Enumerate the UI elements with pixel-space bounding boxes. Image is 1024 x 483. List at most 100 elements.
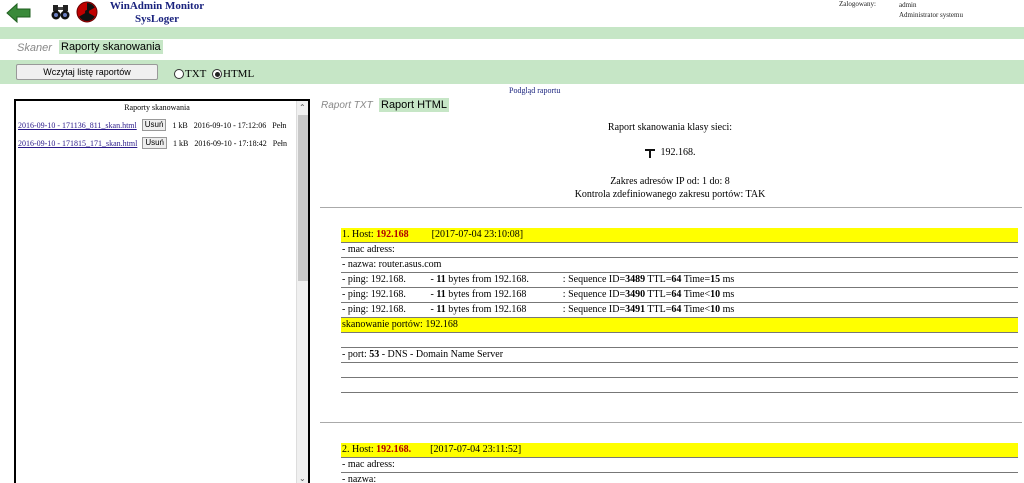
ttl-value: 64 — [671, 304, 682, 315]
radio-html[interactable]: HTML — [212, 68, 254, 80]
report-file-link[interactable]: 2016-09-10 - 171815_171_skan.html — [18, 139, 137, 148]
report-file-link[interactable]: 2016-09-10 - 171136_811_skan.html — [18, 121, 137, 130]
time-unit: ms — [722, 274, 735, 285]
ping-prefix: - ping: 192.168. — [342, 304, 406, 315]
ping-row: - ping: 192.168. - 11 bytes from 192.168… — [341, 288, 1018, 303]
seq-label: : Sequence ID= — [562, 274, 626, 285]
host-time: [2017-07-04 23:10:08] — [431, 229, 524, 240]
name-row: - nazwa: router.asus.com — [341, 258, 1018, 273]
delete-button[interactable]: Usuń — [141, 119, 167, 131]
radio-txt-circle[interactable] — [174, 69, 184, 79]
radio-html-circle[interactable] — [212, 69, 222, 79]
ttl-label: TTL= — [647, 289, 672, 300]
blank-row — [341, 363, 1018, 378]
blank-row — [341, 378, 1018, 393]
port-control: Kontrola zdefiniowanego zakresu portów: … — [574, 189, 766, 200]
ping-bytes: 11 — [436, 289, 446, 300]
login-user-role: Administrator systemu — [899, 11, 963, 19]
ttl-label: TTL= — [647, 274, 672, 285]
app-title-line1: WinAdmin Monitor — [109, 0, 205, 12]
port-scan-header: skanowanie portów: 192.168 — [341, 318, 1018, 333]
radio-txt[interactable]: TXT — [174, 68, 206, 80]
ping-prefix: - ping: 192.168. — [342, 289, 406, 300]
ping-from: bytes from 192.168 — [448, 304, 527, 315]
host-time: [2017-07-04 23:11:52] — [430, 444, 522, 455]
mac-row: - mac adress: — [341, 458, 1018, 473]
header-separator-bar — [0, 27, 1024, 39]
time-label: Time= — [683, 274, 711, 285]
ttl-value: 64 — [671, 274, 682, 285]
file-status: Pełn — [272, 120, 287, 130]
tab-raporty-skanowania[interactable]: Raporty skanowania — [59, 40, 163, 54]
host-block: 2. Host: 192.168. [2017-07-04 23:11:52] … — [341, 443, 1018, 483]
load-reports-button[interactable]: Wczytaj listę raportów — [16, 64, 158, 80]
report-title: Raport skanowania klasy sieci: — [607, 122, 733, 133]
blank-row — [341, 333, 1018, 348]
time-unit: ms — [722, 304, 735, 315]
scroll-up-icon[interactable]: ⌃ — [299, 103, 306, 112]
header: WinAdmin Monitor SysLoger Zalogowany: ad… — [0, 0, 1024, 26]
ping-row: - ping: 192.168. - 11 bytes from 192.168… — [341, 273, 1018, 288]
network-line: 192.168. — [320, 147, 1020, 158]
mac-row: - mac adress: — [341, 243, 1018, 258]
seq-value: 3491 — [625, 304, 646, 315]
file-size: 1 kB — [173, 138, 189, 148]
back-arrow-icon[interactable] — [6, 2, 32, 24]
delete-button[interactable]: Usuń — [142, 137, 168, 149]
ttl-value: 64 — [671, 289, 682, 300]
time-value: 10 — [710, 304, 721, 315]
tab-raport-txt[interactable]: Raport TXT — [321, 100, 373, 111]
seq-label: : Sequence ID= — [562, 304, 626, 315]
host-label: 1. Host: — [342, 229, 374, 240]
preview-label: Podgląd raportu — [509, 86, 561, 95]
host-ip: 192.168. — [376, 444, 412, 455]
login-label: Zalogowany: — [839, 0, 876, 8]
scrollbar-thumb[interactable] — [298, 115, 308, 281]
scroll-down-icon[interactable]: ⌄ — [299, 474, 306, 483]
file-date: 2016-09-10 - 17:12:06 — [193, 120, 267, 130]
seq-value: 3490 — [625, 289, 646, 300]
ping-bytes: 11 — [436, 304, 446, 315]
time-value: 15 — [710, 274, 721, 285]
port-number: 53 — [369, 349, 380, 360]
binoculars-icon[interactable] — [51, 2, 70, 22]
app-title: WinAdmin Monitor SysLoger — [105, 0, 209, 26]
file-size: 1 kB — [172, 120, 188, 130]
host-block: 1. Host: 192.168 [2017-07-04 23:10:08] -… — [341, 228, 1018, 393]
time-unit: ms — [722, 289, 735, 300]
list-scrollbar[interactable]: ⌃ ⌄ — [296, 101, 308, 483]
divider — [320, 207, 1022, 208]
app-title-line2: SysLoger — [135, 13, 179, 25]
tab-raport-html[interactable]: Raport HTML — [379, 98, 450, 112]
host-ip: 192.168 — [376, 229, 409, 240]
ping-from: bytes from 192.168. — [448, 274, 529, 285]
login-info: admin Administrator systemu — [899, 0, 963, 20]
radio-txt-label: TXT — [185, 68, 207, 80]
network-icon — [644, 148, 655, 158]
network-address: 192.168. — [660, 147, 696, 158]
seq-value: 3489 — [625, 274, 646, 285]
divider — [320, 422, 1022, 423]
seq-label: : Sequence ID= — [562, 289, 626, 300]
tab-skaner[interactable]: Skaner — [17, 42, 52, 54]
host-label: 2. Host: — [342, 444, 374, 455]
ip-range: Zakres adresów IP od: 1 do: 8 — [610, 176, 730, 187]
radio-html-label: HTML — [223, 68, 255, 80]
login-user-name: admin — [899, 1, 917, 9]
file-status: Pełn — [272, 138, 288, 148]
reports-list-panel: Raporty skanowania 2016-09-10 - 171136_8… — [14, 99, 310, 483]
ping-bytes: 11 — [436, 274, 446, 285]
port-description: - DNS - Domain Name Server — [379, 349, 504, 360]
time-value: 10 — [710, 289, 721, 300]
time-label: Time< — [683, 289, 711, 300]
file-date: 2016-09-10 - 17:18:42 — [194, 138, 267, 148]
host-header: 2. Host: 192.168. [2017-07-04 23:11:52] — [341, 443, 1018, 458]
reports-list-title: Raporty skanowania — [124, 103, 190, 112]
list-item: 2016-09-10 - 171136_811_skan.html Usuń 1… — [18, 118, 298, 132]
name-row: - nazwa: — [341, 473, 1018, 483]
ttl-label: TTL= — [647, 304, 672, 315]
list-item: 2016-09-10 - 171815_171_skan.html Usuń 1… — [18, 136, 298, 150]
port-row: - port: 53 - DNS - Domain Name Server — [341, 348, 1018, 363]
radiation-icon[interactable] — [76, 1, 98, 23]
time-label: Time< — [683, 304, 711, 315]
